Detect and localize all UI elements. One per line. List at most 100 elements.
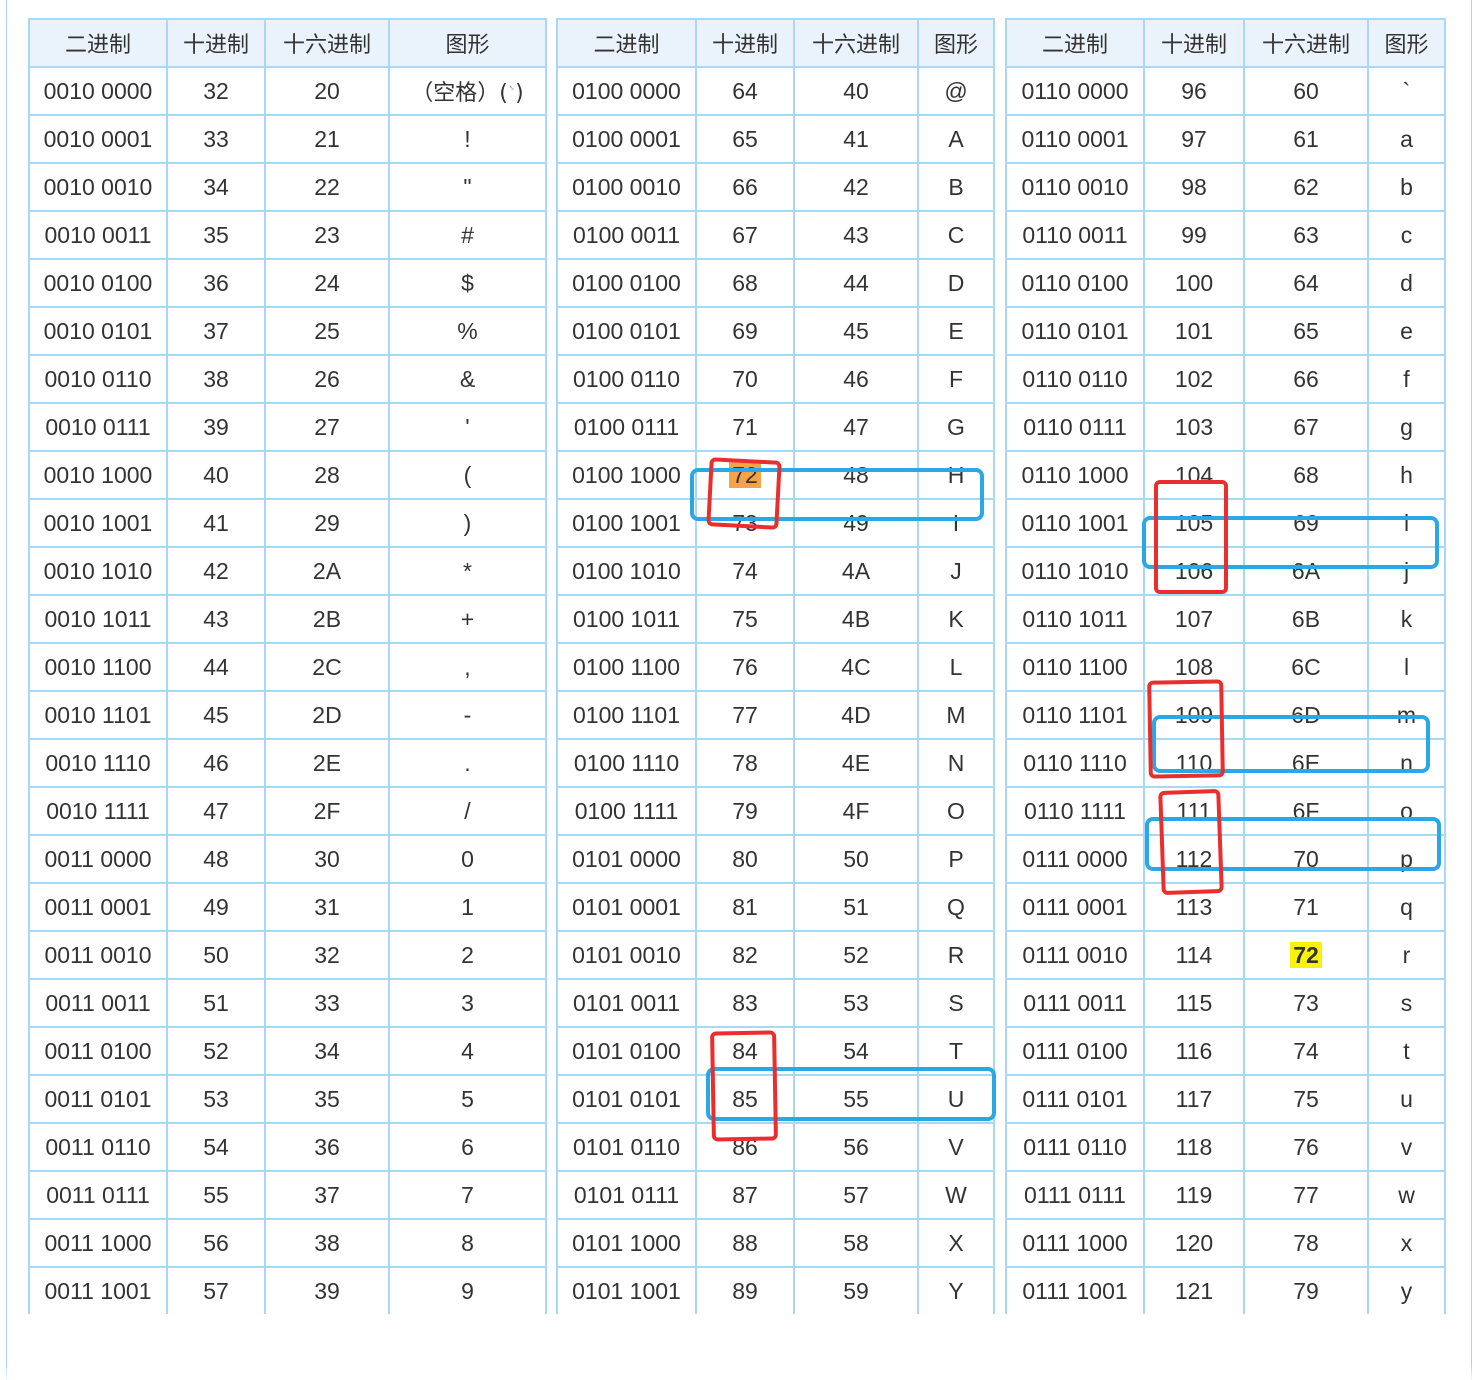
binary-cell: 0111 1000 xyxy=(1005,1218,1145,1268)
hex-cell: 57 xyxy=(793,1170,919,1220)
decimal-cell: 35 xyxy=(166,210,266,260)
glyph-cell: a xyxy=(1367,114,1446,164)
table-row: 0101 0101 85 55 U xyxy=(556,1074,995,1124)
table-row: 0100 0011 67 43 C xyxy=(556,210,995,260)
glyph-cell: 4 xyxy=(388,1026,547,1076)
glyph-cell: + xyxy=(388,594,547,644)
glyph-cell: o xyxy=(1367,786,1446,836)
hex-cell: 56 xyxy=(793,1122,919,1172)
table-row: 0010 1000 40 28( xyxy=(28,450,547,500)
decimal-cell: 106 xyxy=(1143,546,1245,596)
glyph-cell: M xyxy=(917,690,995,740)
glyph-cell: P xyxy=(917,834,995,884)
hex-cell: 39 xyxy=(264,1266,390,1314)
hex-cell: 62 xyxy=(1243,162,1369,212)
binary-cell: 0101 0101 xyxy=(556,1074,697,1124)
binary-cell: 0100 1011 xyxy=(556,594,697,644)
header-binary: 二进制 xyxy=(28,18,168,68)
glyph-cell: " xyxy=(388,162,547,212)
table-row: 0010 1011 43 2B + xyxy=(28,594,547,644)
table-row: 0100 0100 68 44 D xyxy=(556,258,995,308)
decimal-cell: 78 xyxy=(695,738,795,788)
binary-cell: 0011 0110 xyxy=(28,1122,168,1172)
binary-cell: 0010 1100 xyxy=(28,642,168,692)
glyph-cell: . xyxy=(388,738,547,788)
decimal-cell: 99 xyxy=(1143,210,1245,260)
glyph-cell: t xyxy=(1367,1026,1446,1076)
table-row: 0010 0001 33 21! xyxy=(28,114,547,164)
hex-cell: 4B xyxy=(793,594,919,644)
binary-cell: 0100 0000 xyxy=(556,66,697,116)
decimal-cell: 74 xyxy=(695,546,795,596)
table-row: 0100 1011 75 4B K xyxy=(556,594,995,644)
hex-cell: 4E xyxy=(793,738,919,788)
glyph-cell: i xyxy=(1367,498,1446,548)
ascii-table-32-57: 二进制 十进制 十六进制 图形 0010 0000 32 20 （空格）(␠) 0010… xyxy=(28,18,547,1314)
glyph-cell: j xyxy=(1367,546,1446,596)
hex-cell: 78 xyxy=(1243,1218,1369,1268)
binary-cell: 0100 0001 xyxy=(556,114,697,164)
hex-cell: 28 xyxy=(264,450,390,500)
table-row: 0011 0110 54 36 6 xyxy=(28,1122,547,1172)
hex-cell: 34 xyxy=(264,1026,390,1076)
table-row: 0011 0100 52 34 4 xyxy=(28,1026,547,1076)
header-glyph: 图形 xyxy=(917,18,995,68)
hex-cell: 68 xyxy=(1243,450,1369,500)
binary-cell: 0010 0010 xyxy=(28,162,168,212)
glyph-cell: J xyxy=(917,546,995,596)
binary-cell: 0011 0101 xyxy=(28,1074,168,1124)
glyph-cell: 5 xyxy=(388,1074,547,1124)
hex-cell: 45 xyxy=(793,306,919,356)
binary-cell: 0101 0001 xyxy=(556,882,697,932)
table-row: 0110 1110 110 6E n xyxy=(1005,738,1446,788)
glyph-cell: K xyxy=(917,594,995,644)
hex-cell: 2B xyxy=(264,594,390,644)
ascii-table-96-121: 二进制 十进制 十六进制 图形 0110 0000 96 60 ` 0110 0001 9… xyxy=(1005,18,1446,1314)
decimal-cell: 85 xyxy=(695,1074,795,1124)
hex-cell: 4C xyxy=(793,642,919,692)
header-decimal: 十进制 xyxy=(1143,18,1245,68)
decimal-cell: 79 xyxy=(695,786,795,836)
binary-cell: 0011 0111 xyxy=(28,1170,168,1220)
table-row: 0010 0110 38 26 & xyxy=(28,354,547,404)
decimal-cell: 82 xyxy=(695,930,795,980)
binary-cell: 0100 1000 xyxy=(556,450,697,500)
glyph-cell: 7 xyxy=(388,1170,547,1220)
decimal-cell: 104 xyxy=(1143,450,1245,500)
hex-cell: 2D xyxy=(264,690,390,740)
hex-cell: 54 xyxy=(793,1026,919,1076)
hex-cell: 6E xyxy=(1243,738,1369,788)
glyph-cell: % xyxy=(388,306,547,356)
decimal-cell: 117 xyxy=(1143,1074,1245,1124)
hex-cell: 35 xyxy=(264,1074,390,1124)
decimal-cell: 119 xyxy=(1143,1170,1245,1220)
hex-cell: 59 xyxy=(793,1266,919,1314)
hex-cell: 6A xyxy=(1243,546,1369,596)
hex-cell: 37 xyxy=(264,1170,390,1220)
hex-cell: 66 xyxy=(1243,354,1369,404)
hex-cell: 67 xyxy=(1243,402,1369,452)
glyph-cell: L xyxy=(917,642,995,692)
hex-cell: 72 xyxy=(1243,930,1369,980)
binary-cell: 0010 0011 xyxy=(28,210,168,260)
binary-cell: 0110 1111 xyxy=(1005,786,1145,836)
decimal-cell: 45 xyxy=(166,690,266,740)
header-hex: 十六进制 xyxy=(793,18,919,68)
decimal-cell: 67 xyxy=(695,210,795,260)
table-row: 0101 0010 82 52 R xyxy=(556,930,995,980)
table-row: 0010 0011 35 23 # xyxy=(28,210,547,260)
binary-cell: 0100 0111 xyxy=(556,402,697,452)
decimal-cell: 33 xyxy=(166,114,266,164)
glyph-cell: p xyxy=(1367,834,1446,884)
hex-cell: 29 xyxy=(264,498,390,548)
glyph-cell: h xyxy=(1367,450,1446,500)
hex-cell: 22 xyxy=(264,162,390,212)
decimal-cell: 37 xyxy=(166,306,266,356)
table-row: 0010 1111 47 2F / xyxy=(28,786,547,836)
decimal-cell: 47 xyxy=(166,786,266,836)
binary-cell: 0010 1011 xyxy=(28,594,168,644)
decimal-cell: 77 xyxy=(695,690,795,740)
decimal-cell: 84 xyxy=(695,1026,795,1076)
hex-cell: 71 xyxy=(1243,882,1369,932)
glyph-cell: l xyxy=(1367,642,1446,692)
